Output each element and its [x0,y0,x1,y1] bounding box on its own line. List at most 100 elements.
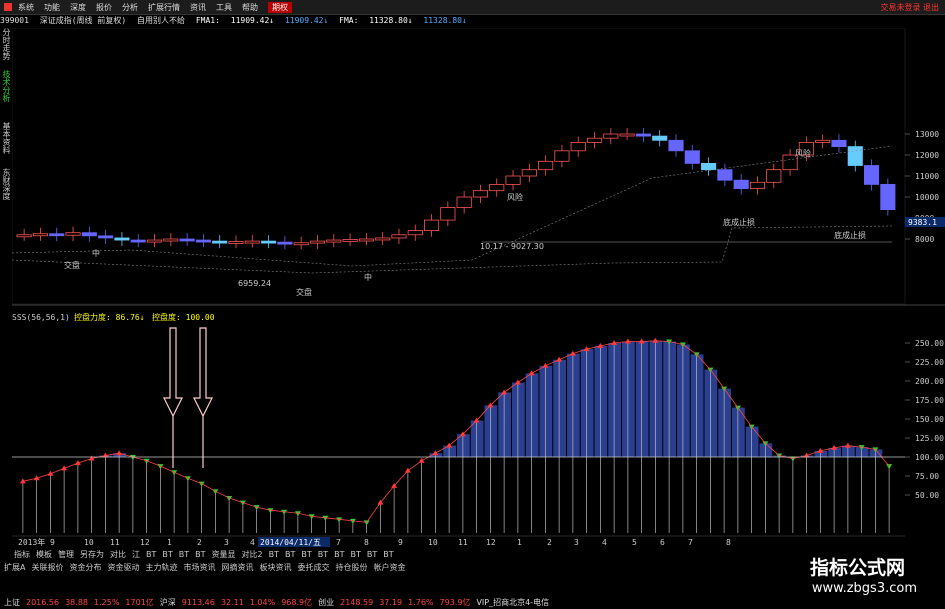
menu-item-7[interactable]: 工具 [216,2,232,13]
candle-body [766,169,782,183]
status-field-10[interactable]: 创业 [318,598,334,607]
fma-label: FMA: [339,16,359,25]
toolbar-item-0[interactable]: 指标 [14,550,30,559]
candle-body [375,237,391,241]
toolbar-item-18[interactable]: BT [367,550,377,559]
price-annotation: 交盘 [296,287,312,297]
toolbar-item-7[interactable]: BT [162,550,172,559]
indicator-bar-above [553,359,566,457]
toolbar-item-4[interactable]: 对比 [110,550,126,559]
indicator-bar-above [718,388,731,457]
toolbar-item-9[interactable]: BT [195,550,205,559]
candle-body [244,240,260,244]
toolbar-link-1[interactable]: 关联报价 [31,563,63,572]
status-field-6[interactable]: 9113.46 [182,598,215,607]
menu-item-4[interactable]: 分析 [122,2,138,13]
candle-body [701,162,717,171]
toolbar-item-14[interactable]: BT [301,550,311,559]
toolbar-item-19[interactable]: BT [383,550,393,559]
indicator-marker-down [886,464,893,470]
toolbar-item-2[interactable]: 管理 [58,550,74,559]
menu-item-3[interactable]: 报价 [96,2,112,13]
toolbar-link-10[interactable]: 帐户资金 [373,563,405,572]
indicator-marker-up [844,442,851,448]
toolbar-link-4[interactable]: 主力轨迹 [145,563,177,572]
candle-body [261,240,277,244]
toolbar-item-8[interactable]: BT [179,550,189,559]
menu-item-9[interactable]: 期权 [268,1,292,13]
toolbar-item-16[interactable]: BT [334,550,344,559]
toolbar-item-6[interactable]: BT [146,550,156,559]
price-candles: 交盘交盘6959.2410.17 - 9027.30风险底成止损底成止损风险中中 [12,128,896,297]
toolbar-link-6[interactable]: 网摘资讯 [221,563,253,572]
status-field-5[interactable]: 沪深 [160,598,176,607]
indicator-bar-above [622,341,635,457]
side-tab-jishu[interactable]: 技术分析 [0,70,12,120]
toolbar-item-1[interactable]: 模板 [36,550,52,559]
side-tab-dongcai[interactable]: 东财深度 [0,168,12,213]
candle-body [342,239,358,242]
toolbar-item-13[interactable]: BT [285,550,295,559]
status-field-7[interactable]: 32.11 [221,598,244,607]
toolbar-link-0[interactable]: 扩展A [4,563,25,572]
side-tab-fenshi[interactable]: 分时走势 [0,28,12,68]
toolbar-link-2[interactable]: 资金分布 [69,563,101,572]
side-tab-jiben[interactable]: 基本资料 [0,122,12,167]
indicator-label2: 控盘度: 100.00 [152,312,215,322]
toolbar-item-17[interactable]: BT [350,550,360,559]
candle-body [652,135,668,141]
menu-item-2[interactable]: 深度 [70,2,86,13]
menu-item-8[interactable]: 帮助 [242,2,258,13]
toolbar-item-12[interactable]: BT [269,550,279,559]
candle-body [847,146,863,166]
toolbar-item-5[interactable]: 江 [132,550,140,559]
toolbar-link-5[interactable]: 市场资讯 [183,563,215,572]
x-axis: 2013年 9 10 11 12 1 2 3 4 2014/04/11/五 7 8 9 10 11 12 1 2 3… [12,535,905,547]
toolbar-item-15[interactable]: BT [318,550,328,559]
indicator-tick-label: 225.00 [915,358,944,367]
indicator-marker-up [501,389,508,395]
toolbar-link-8[interactable]: 委托成交 [297,563,329,572]
menu-bar: 系统 功能 深度 报价 分析 扩展行情 资讯 工具 帮助 期权 交易未登录 退出 [0,0,945,15]
menu-item-5[interactable]: 扩展行情 [148,2,180,13]
toolbar-item-3[interactable]: 另存为 [80,550,104,559]
watermark-box: 指标公式网 www.zbgs3.com [745,547,945,609]
status-field-14[interactable]: 793.9亿 [440,598,471,607]
stock-code: 399001 [0,16,29,25]
x-tick-label: 1 [167,538,172,547]
status-field-9[interactable]: 968.9亿 [281,598,312,607]
status-field-3[interactable]: 1.25% [94,598,119,607]
indicator-tick-label: 100.00 [915,453,944,462]
status-field-0[interactable]: 上证 [4,598,20,607]
toolbar-link-7[interactable]: 板块资讯 [259,563,291,572]
status-field-8[interactable]: 1.04% [250,598,275,607]
toolbar-item-10[interactable]: 资量显 [212,550,236,559]
indicator-tick-label: 200.00 [915,377,944,386]
x-tick-label: 12 [140,538,150,547]
menu-item-1[interactable]: 功能 [44,2,60,13]
indicator-tick-label: 175.00 [915,396,944,405]
status-field-2[interactable]: 38.88 [65,598,88,607]
menu-item-0[interactable]: 系统 [18,2,34,13]
candle-body [424,219,440,232]
indicator-bar-above [567,353,580,457]
toolbar-link-3[interactable]: 资金驱动 [107,563,139,572]
status-field-13[interactable]: 1.76% [408,598,433,607]
menu-right-text[interactable]: 交易未登录 退出 [880,2,939,13]
stock-name: 深证成指(周线 前复权) [39,16,127,25]
status-field-11[interactable]: 2148.59 [340,598,373,607]
status-field-4[interactable]: 1701亿 [125,598,153,607]
indicator-marker-down [363,520,370,526]
candle-body [635,133,651,137]
fma1-value: 11909.42↓ [230,16,275,25]
toolbar-item-11[interactable]: 对比2 [242,550,263,559]
status-field-1[interactable]: 2016.56 [26,598,59,607]
toolbar-link-9[interactable]: 持仓股份 [335,563,367,572]
status-field-12[interactable]: 37.19 [379,598,402,607]
indicator-bar-above [690,354,704,457]
status-field-15[interactable]: VIP_招商北京4-电信 [476,598,549,607]
candle-body [831,139,847,148]
menu-item-6[interactable]: 资讯 [190,2,206,13]
x-tick-label: 2 [547,538,552,547]
candle-body [49,233,65,237]
